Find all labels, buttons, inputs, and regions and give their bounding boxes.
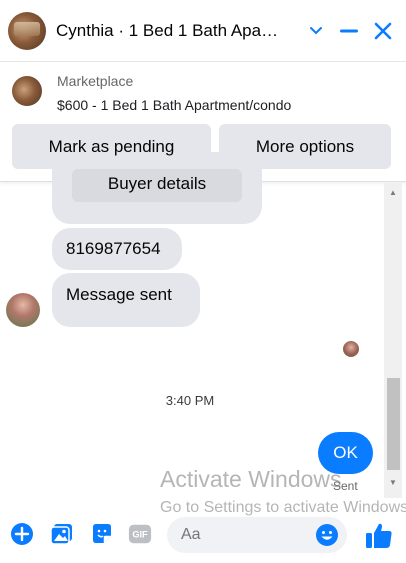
like-thumbs-up-icon[interactable]	[364, 520, 394, 550]
message-timestamp: 3:40 PM	[165, 393, 215, 408]
activate-windows-hint: Go to Settings to activate Windows.	[160, 499, 406, 516]
scroll-up-arrow-icon[interactable]: ▲	[389, 188, 397, 197]
seen-avatar	[343, 341, 359, 357]
chat-header: Cynthia · 1 Bed 1 Bath Apa…	[0, 0, 406, 62]
sticker-icon[interactable]	[90, 522, 114, 546]
chevron-down-icon[interactable]	[303, 18, 329, 44]
mark-as-pending-button[interactable]: Mark as pending	[12, 124, 211, 169]
minimize-icon[interactable]	[336, 18, 362, 44]
scroll-down-arrow-icon[interactable]: ▼	[389, 478, 397, 487]
scrollbar-thumb[interactable]	[387, 378, 400, 470]
chat-title[interactable]: Cynthia · 1 Bed 1 Bath Apa…	[56, 21, 296, 41]
activate-windows-watermark: Activate Windows	[160, 466, 342, 492]
listing-thumbnail[interactable]	[12, 76, 42, 106]
plus-circle-icon[interactable]	[10, 522, 34, 546]
contact-avatar[interactable]	[8, 12, 46, 50]
more-options-button[interactable]: More options	[219, 124, 391, 169]
photo-icon[interactable]	[50, 522, 74, 546]
close-icon[interactable]	[370, 18, 396, 44]
listing-title[interactable]: $600 - 1 Bed 1 Bath Apartment/condo	[57, 97, 291, 113]
gif-icon[interactable]: GIF	[128, 522, 152, 546]
svg-text:GIF: GIF	[132, 530, 148, 540]
emoji-icon[interactable]	[315, 523, 339, 547]
message-sent-message: Message sent	[52, 273, 200, 327]
phone-message: 8169877654	[52, 228, 182, 270]
contact-avatar-small[interactable]	[6, 293, 40, 327]
buyer-details-button[interactable]: Buyer details	[72, 169, 242, 202]
marketplace-label: Marketplace	[57, 73, 134, 89]
